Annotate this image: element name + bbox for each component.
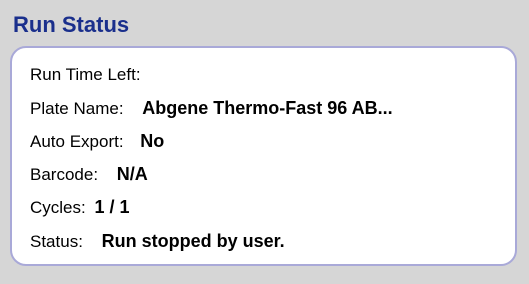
status-row: Status: Run stopped by user.	[30, 231, 285, 252]
status-value: Run stopped by user.	[101, 231, 285, 251]
barcode-value: N/A	[116, 164, 148, 184]
cycles-label: Cycles:	[30, 198, 86, 217]
auto-export-label: Auto Export:	[30, 132, 124, 151]
barcode-row: Barcode: N/A	[30, 164, 148, 185]
run-status-box: Run Time Left: Plate Name: Abgene Thermo…	[10, 46, 517, 266]
cycles-row: Cycles: 1 / 1	[30, 197, 130, 218]
auto-export-row: Auto Export: No	[30, 131, 164, 152]
cycles-value: 1 / 1	[94, 197, 130, 217]
run-time-left-row: Run Time Left:	[30, 64, 141, 85]
auto-export-value: No	[140, 131, 165, 151]
barcode-label: Barcode:	[30, 165, 99, 184]
plate-name-label: Plate Name:	[30, 99, 124, 118]
plate-name-row: Plate Name: Abgene Thermo-Fast 96 AB...	[30, 98, 393, 119]
run-time-left-label: Run Time Left:	[30, 65, 141, 84]
panel-title: Run Status	[13, 12, 130, 37]
status-label: Status:	[30, 232, 83, 251]
plate-name-value: Abgene Thermo-Fast 96 AB...	[142, 98, 393, 118]
